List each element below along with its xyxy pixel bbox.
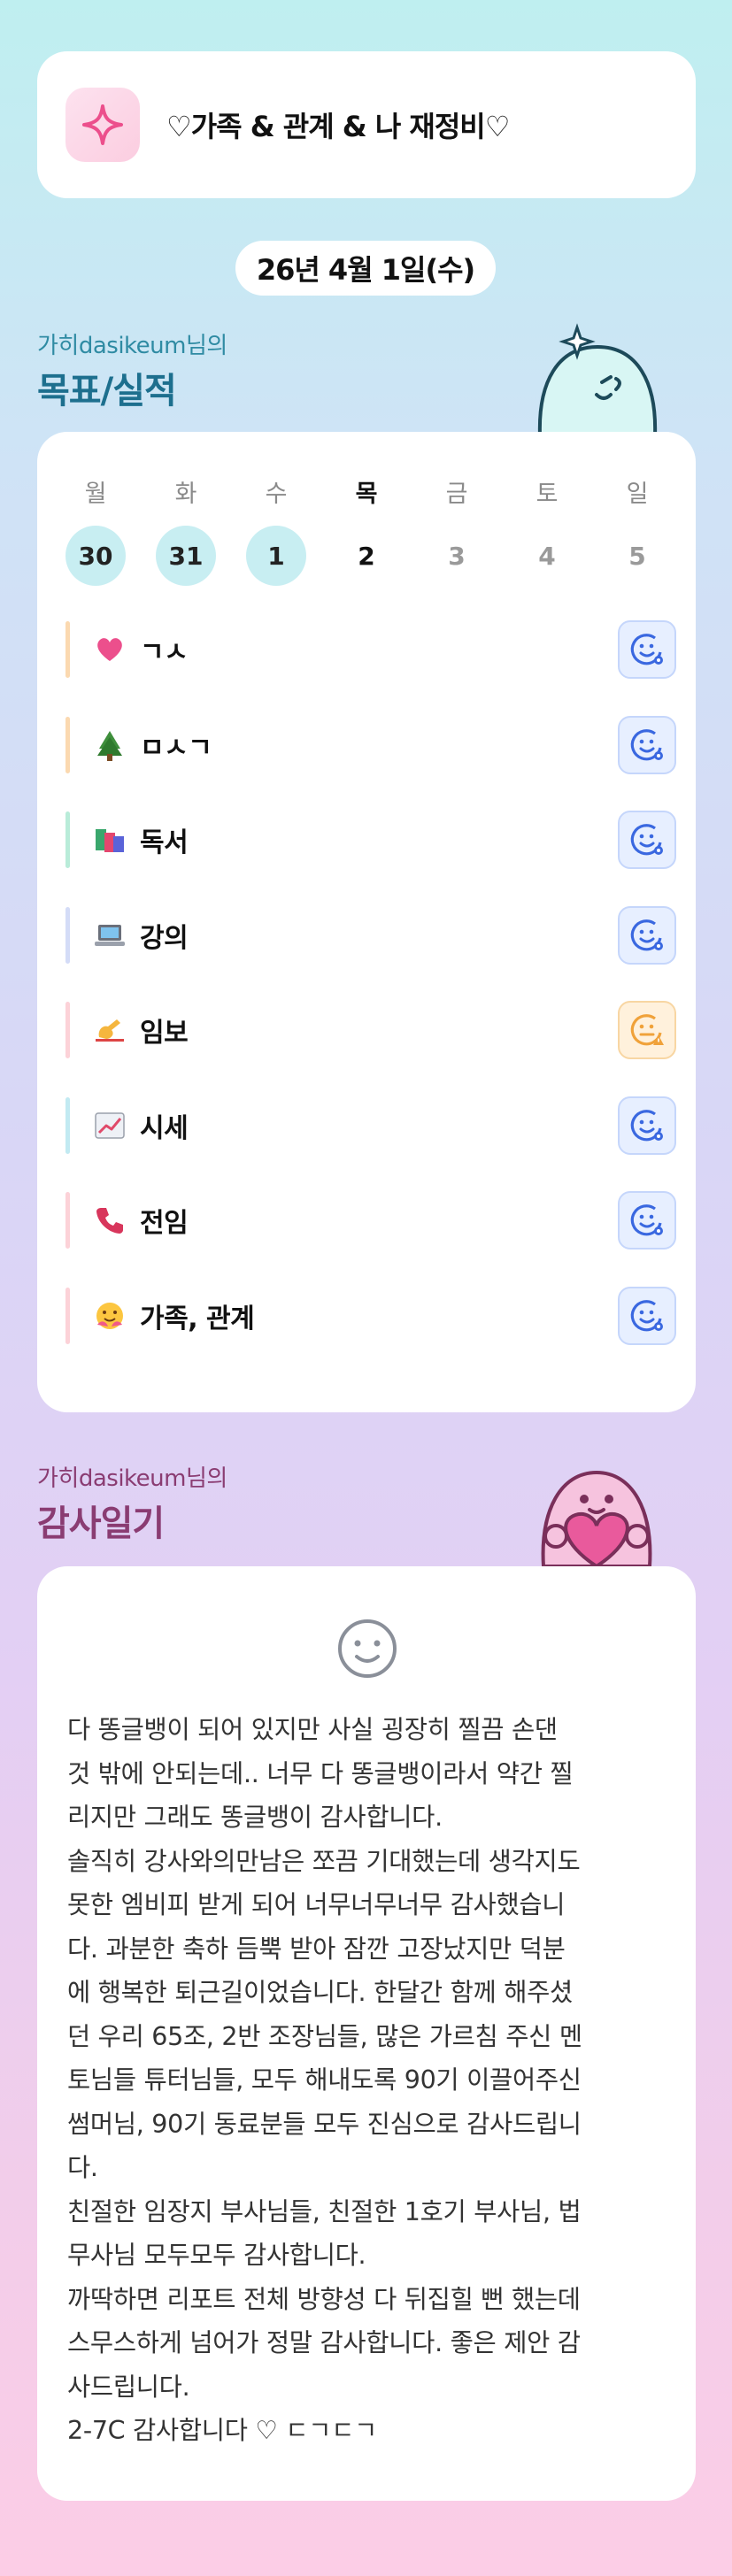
goal-name: ㅁㅅㄱ <box>140 732 212 764</box>
diary-line: 토님들 튜터님들, 모두 해내도록 90기 이끌어주신 <box>67 2065 582 2095</box>
weekday-wed: 수 <box>265 481 288 508</box>
goal-item[interactable]: ㄱㅅ <box>65 619 676 680</box>
tree-icon <box>94 729 126 761</box>
day-31[interactable]: 31 <box>156 526 216 586</box>
mascot-heart-illustration <box>526 1457 667 1570</box>
mascot-illustration <box>531 320 664 439</box>
smile-status-icon[interactable] <box>618 905 676 965</box>
goal-item[interactable]: 강의 <box>65 905 676 965</box>
diary-line: 다. <box>67 2153 98 2182</box>
date-badge: 26년 4월 1일(수) <box>235 241 496 296</box>
weekday-tue: 화 <box>174 481 197 508</box>
gratitude-diary-text: 다 똥글뱅이 되어 있지만 사실 굉장히 찔끔 손댄것 밖에 안되는데.. 너무… <box>67 1708 669 2453</box>
weekday-fri: 금 <box>445 481 468 508</box>
goal-item[interactable]: 전임 <box>65 1190 676 1250</box>
hug-face-icon <box>94 1300 126 1332</box>
goal-color-bar <box>65 1002 70 1058</box>
sparkle-icon <box>65 88 140 162</box>
goals-section-heading: 가히dasikeum님의 목표/실적 <box>37 327 227 413</box>
goal-item[interactable]: 독서 <box>65 810 676 870</box>
goal-item[interactable]: 임보 <box>65 1000 676 1060</box>
diary-line: 무사님 모두모두 감사합니다. <box>67 2241 366 2270</box>
week-days: 30 31 1 2 3 4 5 <box>65 526 667 586</box>
diary-line: 다. 과분한 축하 듬뿍 받아 잠깐 고장났지만 덕분 <box>67 1934 566 1964</box>
weekday-mon: 월 <box>84 481 107 508</box>
day-1[interactable]: 1 <box>246 526 306 586</box>
diary-line: 못한 엠비피 받게 되어 너무너무너무 감사했습니 <box>67 1890 566 1919</box>
goal-name: 강의 <box>140 922 189 954</box>
routine-title: ♡가족 & 관계 & 나 재정비♡ <box>166 110 510 143</box>
gratitude-diary-card: 다 똥글뱅이 되어 있지만 사실 굉장히 찔끔 손댄것 밖에 안되는데.. 너무… <box>37 1566 696 2501</box>
thanks-section-title: 감사일기 <box>37 1503 165 1544</box>
thanks-section-heading: 가히dasikeum님의 감사일기 <box>37 1460 227 1546</box>
goal-color-bar <box>65 1096 70 1154</box>
day-30[interactable]: 30 <box>65 526 126 586</box>
diary-line: 것 밖에 안되는데.. 너무 다 똥글뱅이라서 약간 찔 <box>67 1758 574 1788</box>
goal-name: 시세 <box>140 1112 189 1144</box>
routine-title-card[interactable]: ♡가족 & 관계 & 나 재정비♡ <box>37 51 696 198</box>
smile-status-icon[interactable] <box>618 1286 676 1345</box>
goal-name: 가족, 관계 <box>140 1303 255 1334</box>
smile-status-icon[interactable] <box>618 1096 676 1155</box>
goal-name: 독서 <box>140 827 189 858</box>
neutral-smile-icon[interactable] <box>336 1618 398 1683</box>
smile-status-icon[interactable] <box>618 715 676 774</box>
goal-item[interactable]: 시세 <box>65 1096 676 1156</box>
diary-line: 스무스하게 넘어가 정말 감사합니다. 좋은 제안 감 <box>67 2328 581 2357</box>
goal-item[interactable]: ㅁㅅㄱ <box>65 715 676 775</box>
goal-name: 임보 <box>140 1018 189 1049</box>
goal-name: ㄱㅅ <box>140 637 189 668</box>
smile-status-icon[interactable] <box>618 1191 676 1250</box>
day-5[interactable]: 5 <box>607 526 667 586</box>
diary-line: 사드립니다. <box>67 2372 190 2402</box>
weekday-header: 월 화 수 목 금 토 일 <box>65 474 667 509</box>
goals-owner-label: 가히dasikeum님의 <box>37 333 227 359</box>
diary-line: 솔직히 강사와의만남은 쪼끔 기대했는데 생각지도 <box>67 1846 581 1876</box>
diary-line: 친절한 임장지 부사님들, 친절한 1호기 부사님, 법 <box>67 2196 582 2226</box>
thanks-owner-label: 가히dasikeum님의 <box>37 1465 227 1492</box>
day-4[interactable]: 4 <box>517 526 577 586</box>
laptop-icon <box>94 919 126 951</box>
diary-line: 까딱하면 리포트 전체 방향성 다 뒤집힐 뻔 했는데 <box>67 2284 581 2314</box>
books-icon <box>94 824 126 856</box>
writing-hand-icon <box>94 1014 126 1046</box>
goal-color-bar <box>65 1192 70 1249</box>
day-2[interactable]: 2 <box>336 526 397 586</box>
weekday-sun: 일 <box>626 481 649 508</box>
diary-line: 에 행복한 퇴근길이었습니다. 한달간 함께 해주셨 <box>67 1978 573 2007</box>
goals-card: 월 화 수 목 금 토 일 30 31 1 2 3 4 5 ㄱㅅ ㅁㅅㄱ 독서 … <box>37 432 696 1412</box>
heart-icon <box>94 634 126 665</box>
goals-section-title: 목표/실적 <box>37 371 177 411</box>
goal-color-bar <box>65 621 70 678</box>
goal-color-bar <box>65 906 70 964</box>
weekday-thu: 목 <box>355 481 378 508</box>
diary-line: 다 똥글뱅이 되어 있지만 사실 굉장히 찔끔 손댄 <box>67 1715 558 1744</box>
diary-line: 썸머님, 90기 동료분들 모두 진심으로 감사드립니 <box>67 2109 582 2139</box>
smile-status-icon[interactable] <box>618 811 676 869</box>
diary-line: 리지만 그래도 똥글뱅이 감사합니다. <box>67 1803 443 1832</box>
goal-list: ㄱㅅ ㅁㅅㄱ 독서 강의 임보 시세 전임 가족, 관계 <box>65 619 676 1380</box>
goal-color-bar <box>65 811 70 868</box>
diary-line: 던 우리 65조, 2반 조장님들, 많은 가르침 주신 멘 <box>67 2021 582 2051</box>
chart-icon <box>94 1110 126 1142</box>
smile-status-icon[interactable] <box>618 620 676 679</box>
goal-color-bar <box>65 1287 70 1344</box>
weekday-sat: 토 <box>536 481 559 508</box>
goal-item[interactable]: 가족, 관계 <box>65 1286 676 1346</box>
diary-line: 2-7C 감사합니다 ♡ ㄷㄱㄷㄱ <box>67 2416 378 2445</box>
goal-name: 전임 <box>140 1208 189 1239</box>
day-3[interactable]: 3 <box>427 526 487 586</box>
phone-icon <box>94 1204 126 1236</box>
goal-color-bar <box>65 716 70 773</box>
warning-status-icon[interactable] <box>618 1001 676 1059</box>
